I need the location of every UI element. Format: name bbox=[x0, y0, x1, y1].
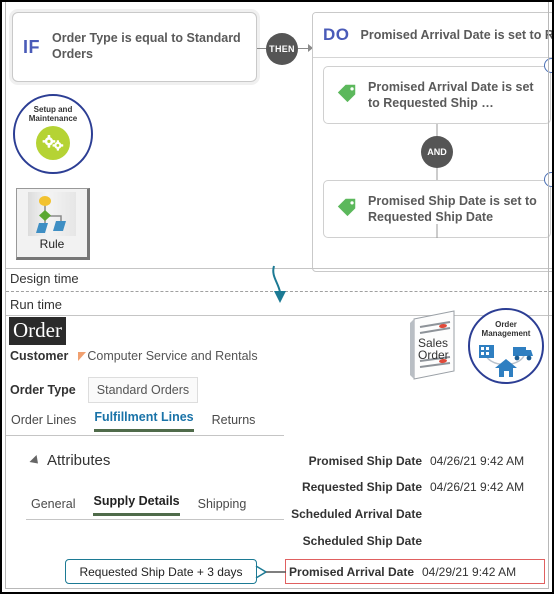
order-type-label: Order Type bbox=[10, 383, 76, 397]
if-condition-card[interactable]: IF Order Type is equal to Standard Order… bbox=[12, 12, 257, 82]
date-row: Scheduled Ship Date bbox=[290, 534, 538, 548]
tab-returns[interactable]: Returns bbox=[212, 413, 256, 432]
panel-tail-line bbox=[436, 224, 438, 238]
order-management-label-line1: Order bbox=[495, 320, 517, 329]
tab-order-lines[interactable]: Order Lines bbox=[11, 413, 76, 432]
tabs-underline bbox=[6, 435, 284, 436]
setup-and-maintenance-icon[interactable]: Setup and Maintenance bbox=[13, 94, 93, 174]
if-condition-text: Order Type is equal to Standard Orders bbox=[52, 31, 241, 61]
main-tabs: Order Lines Fulfillment Lines Returns bbox=[11, 410, 255, 432]
screenshot-root: IF Order Type is equal to Standard Order… bbox=[0, 0, 554, 594]
tag-icon bbox=[336, 196, 358, 223]
customer-value: Computer Service and Rentals bbox=[87, 349, 258, 363]
tag-icon bbox=[336, 82, 358, 109]
date-row: Promised Ship Date 04/26/21 9:42 AM bbox=[290, 454, 538, 468]
sub-tabs: General Supply Details Shipping bbox=[31, 494, 246, 516]
if-badge: IF bbox=[23, 36, 40, 57]
tab-supply-details[interactable]: Supply Details bbox=[93, 494, 180, 516]
tab-fulfillment-lines[interactable]: Fulfillment Lines bbox=[94, 410, 194, 432]
transition-arrow-icon bbox=[272, 265, 286, 303]
date-label: Scheduled Ship Date bbox=[302, 534, 422, 548]
do-actions-panel: DO Promised Arrival Date is set to R Pro… bbox=[312, 12, 554, 272]
date-label: Scheduled Arrival Date bbox=[291, 507, 422, 521]
date-row: Requested Ship Date 04/26/21 9:42 AM bbox=[290, 480, 538, 494]
do-header: DO Promised Arrival Date is set to R bbox=[313, 13, 554, 58]
order-type-input[interactable]: Standard Orders bbox=[87, 377, 199, 403]
date-label: Promised Ship Date bbox=[308, 454, 422, 468]
rule-icon-label: Rule bbox=[39, 237, 65, 251]
tab-general[interactable]: General bbox=[31, 497, 75, 516]
do-title-text: Promised Arrival Date is set to R bbox=[360, 28, 554, 42]
customer-row: Customer Computer Service and Rentals bbox=[10, 349, 258, 363]
sales-order-icon: Sales Order bbox=[410, 309, 466, 381]
and-connector-group: AND bbox=[313, 124, 552, 180]
design-time-label: Design time bbox=[10, 271, 79, 286]
action-handle-icon[interactable] bbox=[544, 58, 552, 73]
and-connector: AND bbox=[421, 136, 453, 168]
page-title: Order bbox=[9, 317, 66, 345]
order-management-label-line2: Management bbox=[481, 329, 531, 339]
tab-shipping[interactable]: Shipping bbox=[198, 497, 247, 516]
do-badge: DO bbox=[323, 25, 350, 44]
action-handle-icon[interactable] bbox=[544, 172, 552, 187]
promised-arrival-date-highlight: Promised Arrival Date 04/29/21 9:42 AM bbox=[285, 559, 545, 584]
then-connector: THEN bbox=[266, 33, 298, 65]
date-label: Promised Arrival Date bbox=[289, 564, 414, 579]
do-body: Promised Arrival Date is set to Requeste… bbox=[313, 58, 552, 238]
callout-pointer-icon bbox=[255, 565, 286, 579]
gears-icon bbox=[36, 126, 70, 161]
action-text: Promised Ship Date is set to Requested S… bbox=[368, 193, 537, 224]
flag-icon bbox=[78, 351, 87, 361]
action-card-1[interactable]: Promised Arrival Date is set to Requeste… bbox=[323, 58, 552, 124]
date-row: Scheduled Arrival Date bbox=[290, 507, 538, 521]
sub-tabs-underline bbox=[26, 519, 284, 520]
order-management-icon[interactable]: Order Management bbox=[468, 308, 544, 384]
attributes-section-header[interactable]: Attributes bbox=[29, 452, 111, 469]
run-time-label: Run time bbox=[10, 297, 63, 312]
date-value: 04/26/21 9:42 AM bbox=[430, 480, 525, 494]
customer-label: Customer bbox=[10, 349, 69, 363]
rule-flowchart-icon bbox=[28, 192, 76, 236]
date-value: 04/29/21 9:42 AM bbox=[422, 564, 517, 579]
setup-label-line2: Maintenance bbox=[28, 114, 78, 124]
date-label: Requested Ship Date bbox=[301, 480, 422, 494]
order-type-row: Order Type Standard Orders bbox=[10, 377, 199, 403]
rule-icon[interactable]: Rule bbox=[16, 188, 90, 260]
date-value: 04/26/21 9:42 AM bbox=[430, 454, 525, 468]
setup-label-line1: Setup and bbox=[33, 105, 73, 114]
attributes-label: Attributes bbox=[47, 452, 111, 469]
svg-text:Order: Order bbox=[418, 348, 449, 362]
action-text: Promised Arrival Date is set to Requeste… bbox=[368, 79, 534, 110]
formula-callout: Requested Ship Date + 3 days bbox=[65, 559, 257, 584]
run-time-divider bbox=[6, 315, 552, 316]
supply-chain-icon bbox=[479, 345, 533, 378]
chevron-down-icon bbox=[29, 454, 42, 467]
